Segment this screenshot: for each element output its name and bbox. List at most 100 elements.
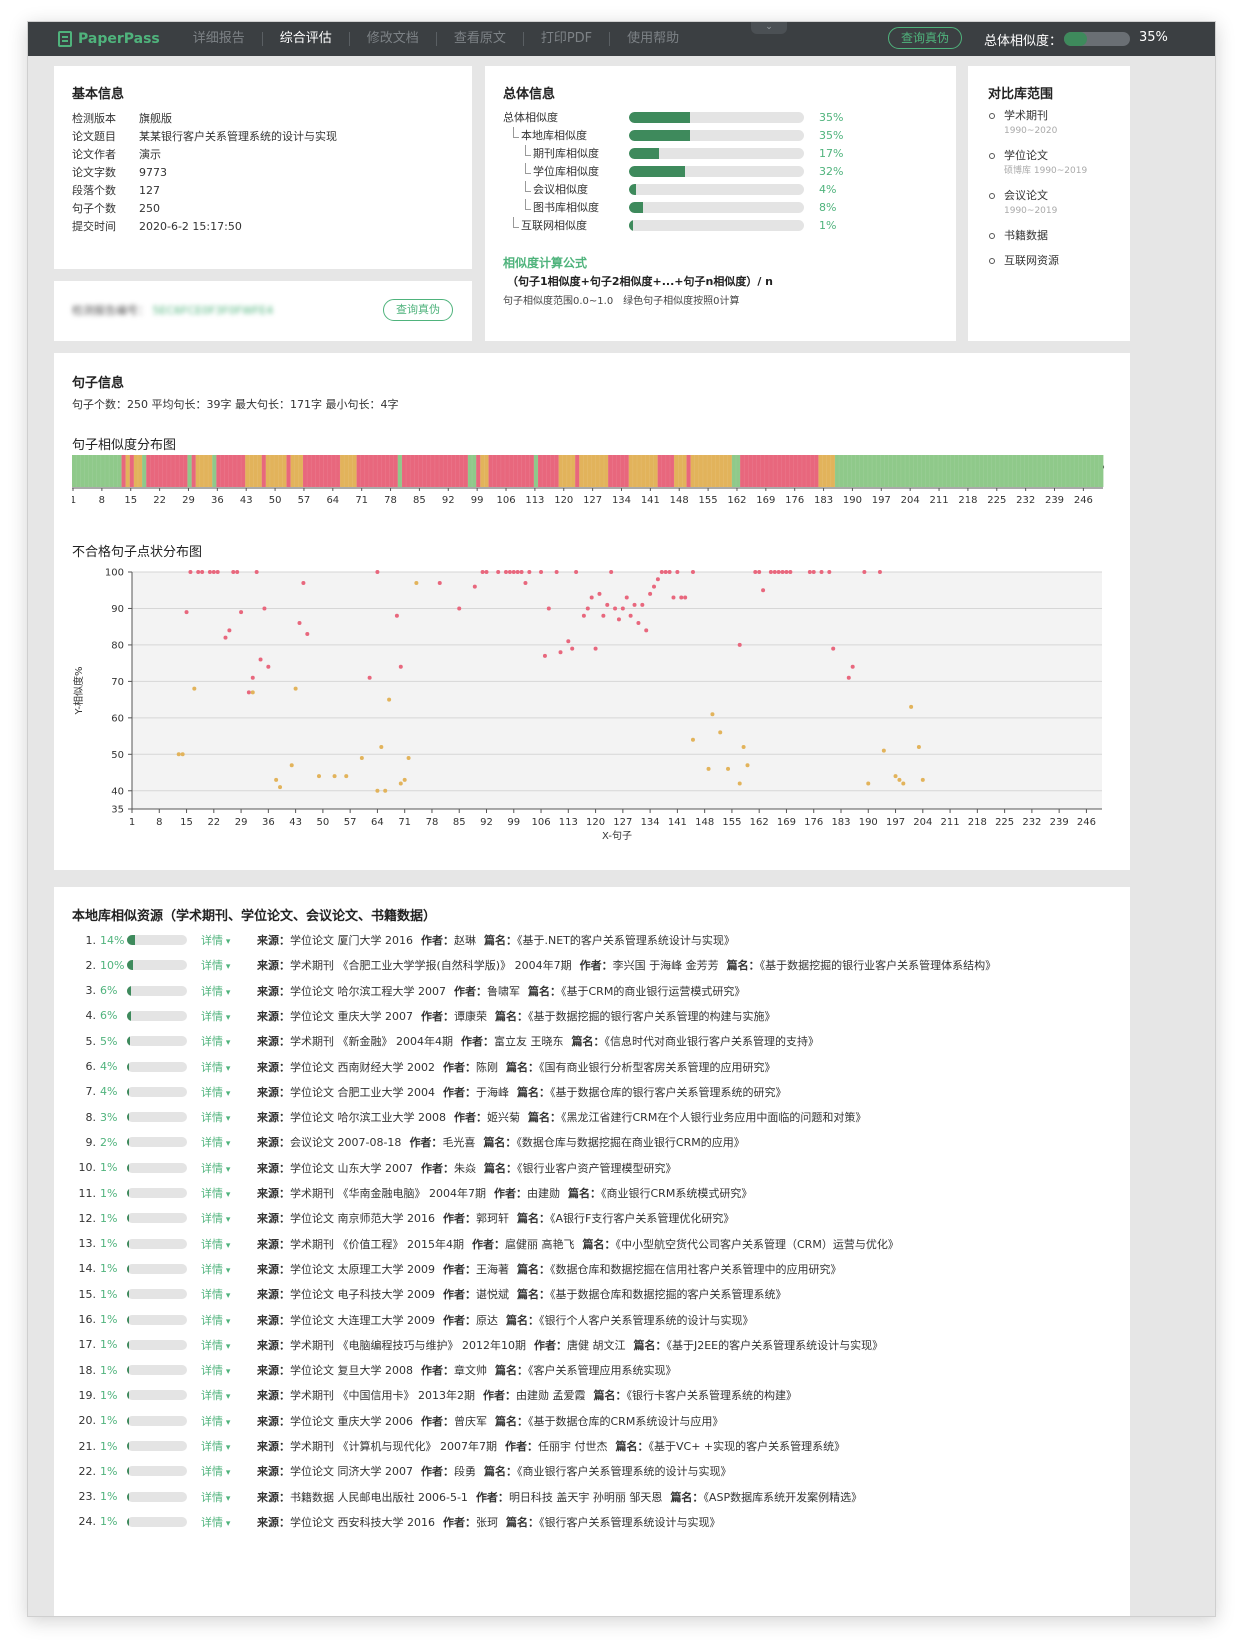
sentence-strip-cell — [979, 455, 984, 487]
nav-item[interactable]: 使用帮助 — [609, 32, 696, 46]
resource-bar — [127, 1213, 187, 1224]
sentence-strip-cell — [550, 455, 555, 487]
resource-detail-toggle[interactable]: 详情 — [201, 1438, 247, 1454]
resource-row: 1.14% 详情来源：学位论文 厦门大学 2016 作者：赵琳篇名：《基于.NET的… — [72, 932, 735, 948]
resource-detail-toggle[interactable]: 详情 — [201, 1059, 247, 1075]
x-tick-label: 218 — [968, 817, 987, 828]
source-label: 来源： — [257, 1212, 290, 1226]
resource-detail-toggle[interactable]: 详情 — [201, 1463, 247, 1479]
sentence-strip-cell — [228, 455, 234, 487]
source-label: 来源： — [257, 1237, 290, 1251]
data-point — [772, 570, 777, 574]
data-point — [737, 781, 742, 786]
report-verify-button[interactable]: 查询真伪 — [383, 299, 453, 321]
data-point — [457, 606, 462, 611]
nav-item[interactable]: 查看原文 — [435, 32, 523, 46]
resource-bar — [127, 1516, 187, 1527]
resource-detail-toggle[interactable]: 详情 — [201, 1489, 247, 1505]
strip-tick-label: 99 — [471, 495, 484, 506]
strip-tick-label: 57 — [298, 495, 311, 506]
nav-item[interactable]: 综合评估 — [261, 32, 349, 46]
tree-connector — [525, 163, 531, 174]
resource-detail-toggle[interactable]: 详情 — [201, 1261, 247, 1277]
resource-info: 来源：学位论文 南京师范大学 2016 作者：郭珂轩 篇名：《A银行F支行客户关系管… — [257, 1210, 734, 1226]
basic-info-value: 127 — [139, 184, 160, 197]
sentence-strip-cell — [125, 455, 131, 487]
sentence-strip-cell — [265, 455, 271, 487]
resource-detail-toggle[interactable]: 详情 — [201, 932, 247, 948]
source-label: 来源： — [257, 1490, 290, 1504]
nav-item[interactable]: 详细报告 — [176, 32, 262, 46]
compare-scope-list: 学术期刊 1990~2020 学位论文 硕博库 1990~2019 会议论文 1990~2… — [988, 108, 1110, 269]
resource-detail-toggle[interactable]: 详情 — [201, 1337, 247, 1353]
basic-info-list: 检测版本 旗舰版 论文题目 某某银行客户关系管理系统的设计与实现 论文作者 演示 论文字数 9… — [72, 110, 454, 236]
sentence-strip-cell — [752, 455, 757, 487]
resource-detail-toggle[interactable]: 详情 — [201, 1134, 247, 1150]
scope-item-range: 1990~2020 — [1004, 126, 1058, 136]
similarity-bar — [629, 111, 804, 123]
resource-detail-toggle[interactable]: 详情 — [201, 1387, 247, 1403]
resource-detail-toggle[interactable]: 详情 — [201, 1236, 247, 1252]
strip-tick-label: 22 — [153, 495, 166, 506]
similarity-label-text: 学位库相似度 — [533, 165, 599, 178]
nav-item[interactable]: 修改文档 — [348, 32, 436, 46]
nav-item[interactable]: 打印PDF — [522, 32, 609, 46]
sentence-strip-cell — [146, 455, 151, 487]
data-point — [519, 570, 524, 574]
resource-detail-toggle[interactable]: 详情 — [201, 1514, 247, 1530]
resource-detail-toggle[interactable]: 详情 — [201, 1210, 247, 1226]
sentence-strip-cell — [987, 455, 993, 487]
sentence-strip-cell — [162, 455, 168, 487]
resource-detail-toggle[interactable]: 详情 — [201, 1413, 247, 1429]
basic-info-value: 旗舰版 — [139, 112, 172, 125]
resource-detail-toggle[interactable]: 详情 — [201, 1286, 247, 1302]
resource-detail-toggle[interactable]: 详情 — [201, 1084, 247, 1100]
scope-item-range: 1990~2019 — [1004, 206, 1058, 216]
resource-detail-toggle[interactable]: 详情 — [201, 957, 247, 973]
resource-detail-toggle[interactable]: 详情 — [201, 1185, 247, 1201]
sentence-strip-cell — [896, 455, 902, 487]
sentence-strip-cell — [740, 455, 745, 487]
basic-info-row: 句子个数 250 — [72, 200, 454, 218]
resource-detail-toggle[interactable]: 详情 — [201, 1362, 247, 1378]
basic-info-value: 演示 — [139, 148, 161, 161]
scope-item: 书籍数据 — [988, 228, 1110, 244]
resource-detail-toggle[interactable]: 详情 — [201, 1008, 247, 1024]
resource-source: 学位论文 厦门大学 2016 — [290, 934, 413, 947]
resource-row: 6.4% 详情来源：学位论文 西南财经大学 2002 作者：陈刚篇名：《国有商业银行… — [72, 1059, 776, 1075]
author-label: 作者： — [443, 1262, 476, 1276]
resource-author: 由建勋 孟爱霞 — [516, 1389, 586, 1403]
data-point — [663, 570, 668, 574]
article-label: 篇名： — [506, 1060, 539, 1074]
resource-detail-toggle[interactable]: 详情 — [201, 1160, 247, 1176]
sentence-strip-cell — [439, 455, 444, 487]
tree-connector — [525, 145, 531, 156]
resource-detail-toggle[interactable]: 详情 — [201, 1312, 247, 1328]
resource-author: 张珂 — [476, 1515, 498, 1529]
strip-tick-label: 71 — [355, 495, 368, 506]
verify-button[interactable]: 查询真伪 — [888, 27, 963, 49]
resource-article: 《中小型航空货代公司客户关系管理（CRM）运营与优化》 — [615, 1237, 899, 1251]
sentence-strip-cell — [212, 455, 217, 487]
strip-tick-label: 183 — [814, 495, 833, 506]
resource-percent: 1% — [100, 1515, 118, 1529]
similarity-label-text: 期刊库相似度 — [533, 147, 599, 160]
sentence-strip-cell — [744, 455, 749, 487]
report-code-panel: 检测报告编号： 5EC6FCE0F3F0FWFE4 查询真伪 — [54, 281, 472, 341]
sentence-strip-cell — [397, 455, 403, 487]
resource-detail-toggle[interactable]: 详情 — [201, 1033, 247, 1049]
resource-bar — [127, 1162, 187, 1173]
similarity-label-text: 总体相似度 — [503, 111, 558, 124]
logo[interactable]: PaperPass — [58, 31, 160, 47]
resource-bar-fill — [127, 935, 136, 945]
resource-percent: 1% — [100, 1211, 118, 1225]
chevron-down-icon[interactable]: ⌄ — [751, 22, 787, 34]
resource-percent: 1% — [100, 1313, 118, 1326]
sentence-strip-cell — [513, 455, 518, 487]
resource-detail-toggle[interactable]: 详情 — [201, 983, 247, 999]
resource-detail-toggle[interactable]: 详情 — [201, 1109, 247, 1125]
similarity-bar-fill — [629, 111, 691, 123]
resource-source: 学位论文 重庆大学 2007 — [290, 1009, 413, 1023]
data-point — [542, 653, 547, 658]
resource-percent: 1% — [100, 1338, 118, 1352]
